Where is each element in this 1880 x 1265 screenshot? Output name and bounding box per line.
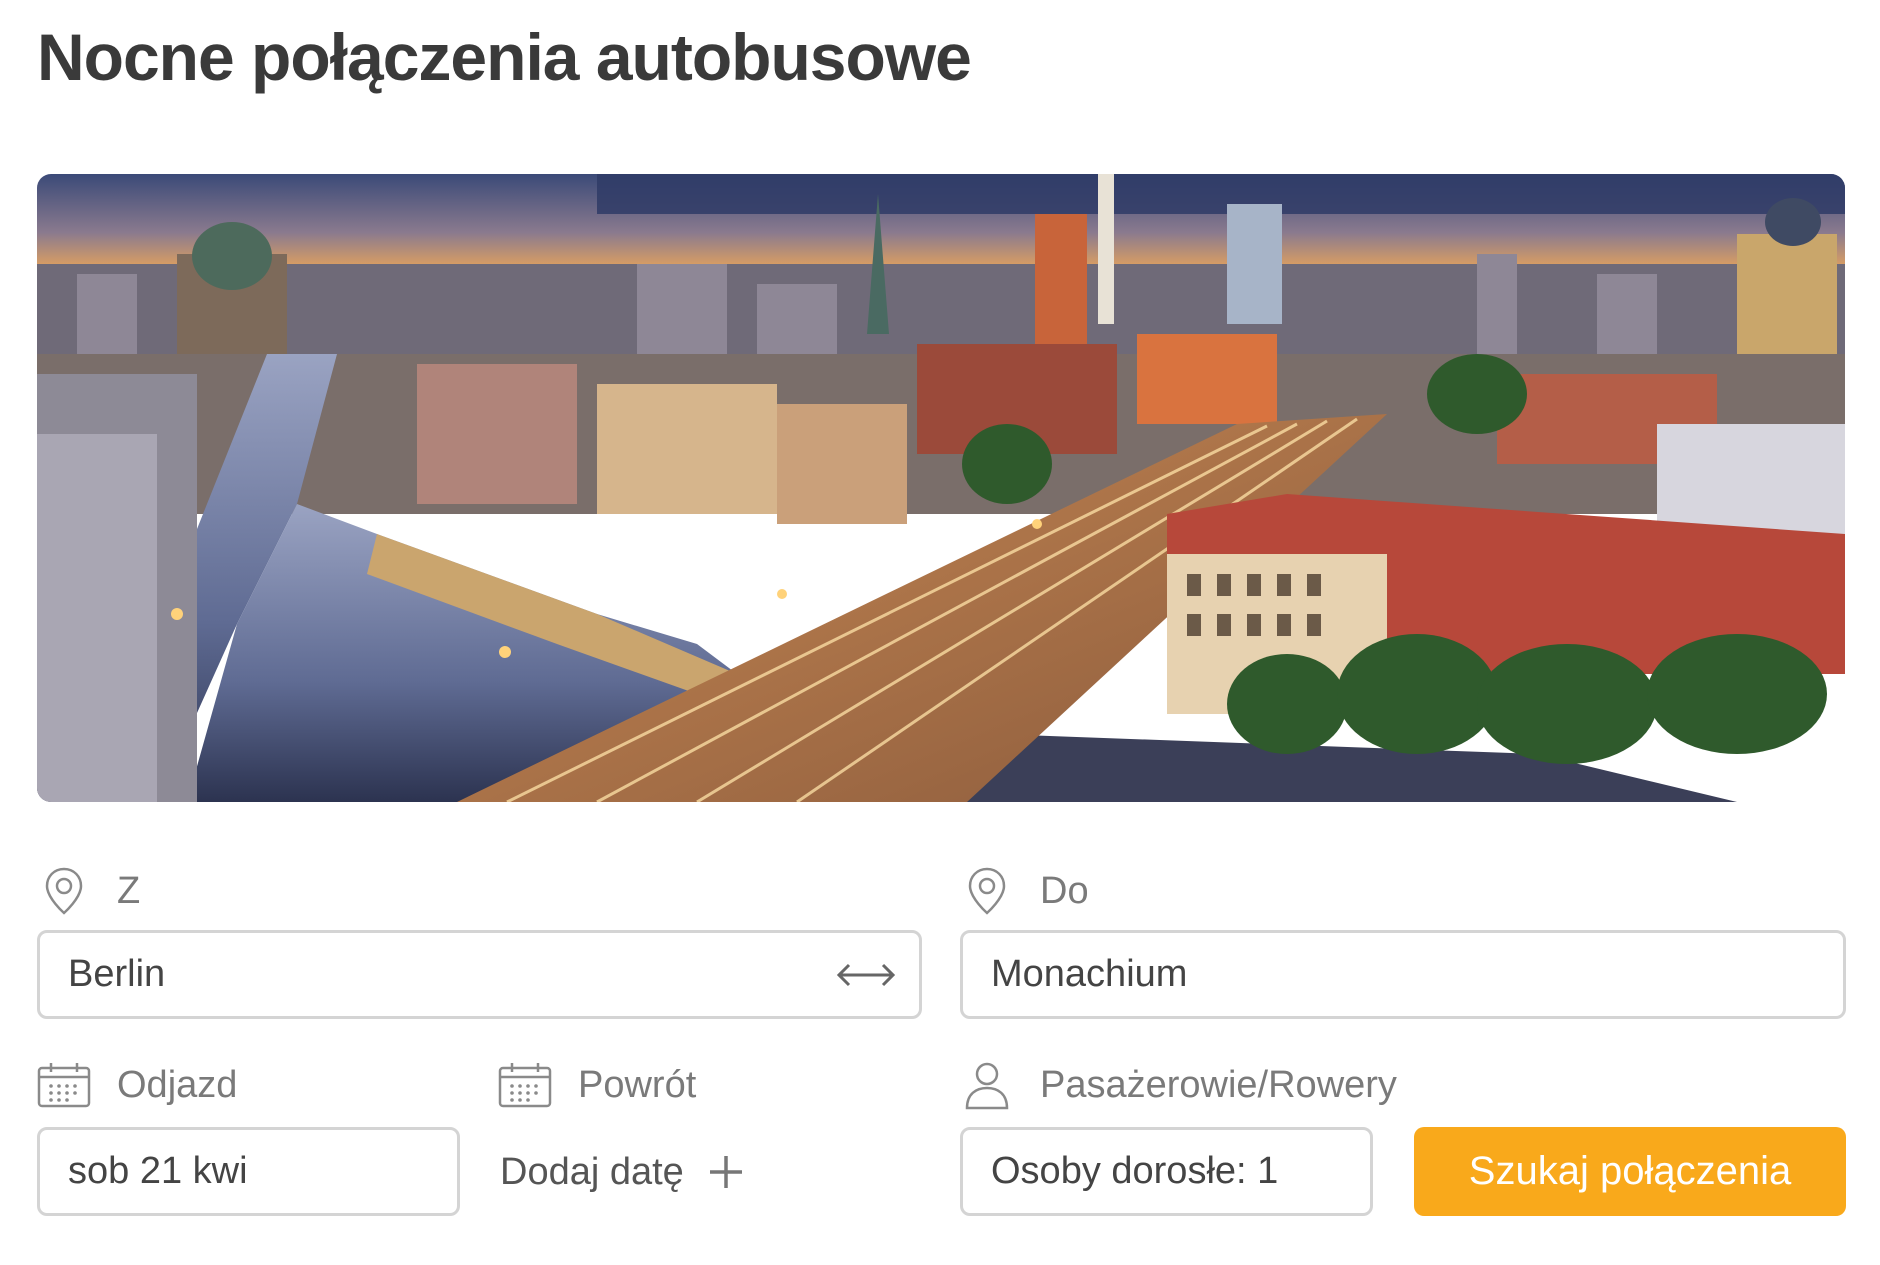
page-title: Nocne połączenia autobusowe [37, 20, 972, 94]
to-input[interactable] [991, 953, 1673, 996]
return-label-text: Powrót [578, 1063, 697, 1106]
passengers-value: Osoby dorosłe: 1 [991, 1150, 1279, 1192]
passengers-selector[interactable]: Osoby dorosłe: 1 [960, 1127, 1373, 1216]
to-field[interactable] [960, 930, 1846, 1019]
calendar-icon [498, 1058, 552, 1112]
city-panorama-image [37, 174, 1845, 802]
hero-image [37, 174, 1845, 802]
to-label-text: Do [1040, 869, 1089, 912]
departure-date-value: sob 21 kwi [68, 1150, 248, 1192]
add-return-date-label: Dodaj datę [500, 1150, 684, 1193]
search-button[interactable]: Szukaj połączenia [1414, 1127, 1846, 1216]
from-label: Z [37, 864, 140, 918]
departure-label-text: Odjazd [117, 1063, 238, 1106]
departure-label: Odjazd [37, 1058, 237, 1112]
add-return-date-button[interactable]: Dodaj datę [500, 1128, 746, 1216]
location-pin-icon [37, 864, 91, 918]
passengers-label-text: Pasażerowie/Rowery [1040, 1063, 1397, 1106]
location-pin-icon [960, 864, 1014, 918]
from-field[interactable] [37, 930, 922, 1019]
calendar-icon [37, 1058, 91, 1112]
passengers-label: Pasażerowie/Rowery [960, 1058, 1397, 1112]
from-label-text: Z [117, 869, 141, 912]
to-label: Do [960, 864, 1089, 918]
return-label: Powrót [498, 1058, 696, 1112]
departure-date-field[interactable]: sob 21 kwi [37, 1127, 460, 1216]
swap-arrows-icon[interactable] [831, 955, 901, 995]
page: Nocne połączenia autobusowe Z Berlin Do … [0, 0, 1880, 1265]
person-icon [960, 1058, 1014, 1112]
from-input[interactable] [68, 953, 749, 996]
plus-icon [706, 1152, 746, 1192]
